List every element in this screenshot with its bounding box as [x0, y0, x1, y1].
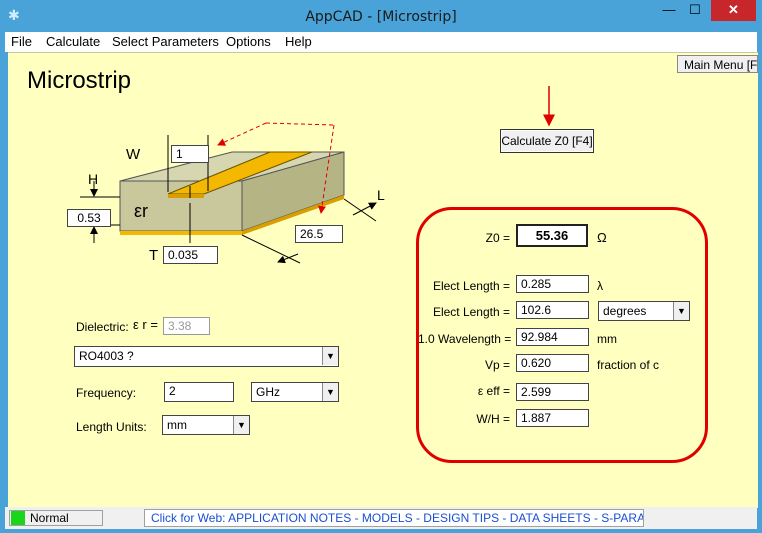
er-symbol-diagram: εr	[134, 201, 149, 221]
maximize-icon[interactable]: ☐	[682, 0, 708, 21]
lambda-unit: λ	[597, 279, 603, 293]
elect-length-lambda-value: 0.285	[516, 275, 589, 293]
length-units-label: Length Units:	[76, 420, 147, 434]
elect-length-lambda-label: Elect Length =	[432, 279, 510, 293]
chevron-down-icon[interactable]: ▼	[322, 347, 338, 365]
vp-value: 0.620	[516, 354, 589, 372]
material-value: RO4003 ?	[79, 349, 134, 363]
eeff-label: ε eff =	[477, 384, 510, 398]
er-value-field: 3.38	[163, 317, 210, 335]
eeff-value: 2.599	[516, 383, 589, 401]
frequency-unit-value: GHz	[256, 385, 280, 399]
er-symbol-label: ε r =	[133, 317, 158, 332]
l-label: L	[377, 187, 385, 203]
web-links[interactable]: Click for Web: APPLICATION NOTES - MODEL…	[144, 509, 644, 527]
menu-calculate[interactable]: Calculate	[46, 34, 100, 50]
title-bar: ✱ AppCAD - [Microstrip] — ☐ ✕	[0, 0, 762, 32]
close-icon[interactable]: ✕	[711, 0, 756, 21]
frequency-input[interactable]: 2	[164, 382, 234, 402]
vp-label: Vp =	[484, 358, 510, 372]
material-select[interactable]: RO4003 ? ▼	[74, 346, 339, 367]
frequency-unit-select[interactable]: GHz ▼	[251, 382, 339, 402]
z0-value: 55.36	[516, 224, 588, 247]
width-input[interactable]: 1	[171, 145, 209, 163]
t-label: T	[149, 247, 159, 264]
menu-select-parameters[interactable]: Select Parameters	[112, 34, 219, 50]
vp-unit: fraction of c	[597, 358, 660, 372]
frequency-label: Frequency:	[76, 386, 137, 400]
z0-unit: Ω	[597, 230, 607, 245]
length-input[interactable]: 26.5	[295, 225, 343, 243]
wavelength-value: 92.984	[516, 328, 589, 346]
status-led-icon	[11, 511, 25, 525]
menu-bar: File Calculate Select Parameters Options…	[5, 32, 757, 52]
wh-value: 1.887	[516, 409, 589, 427]
length-units-select[interactable]: mm ▼	[162, 415, 250, 435]
menu-file[interactable]: File	[11, 34, 32, 50]
degrees-unit-select[interactable]: degrees ▼	[598, 301, 690, 321]
length-units-value: mm	[167, 418, 187, 432]
calculate-z0-button[interactable]: Calculate Z0 [F4]	[500, 129, 594, 153]
elect-length-degrees-value: 102.6	[516, 301, 589, 319]
h-label: H	[88, 171, 99, 187]
dielectric-label: Dielectric:	[76, 320, 129, 334]
wavelength-unit: mm	[597, 332, 617, 346]
w-label: W	[126, 146, 141, 163]
client-area: Microstrip Main Menu [F8 W 1 H 0.53 εr T…	[8, 52, 758, 508]
menu-options[interactable]: Options	[226, 34, 271, 50]
wh-label: W/H =	[476, 412, 510, 426]
status-bar: Normal Click for Web: APPLICATION NOTES …	[5, 507, 757, 529]
chevron-down-icon[interactable]: ▼	[233, 416, 249, 434]
thickness-input[interactable]: 0.035	[163, 246, 218, 264]
window-title: AppCAD - [Microstrip]	[305, 9, 457, 25]
wavelength-label: 1.0 Wavelength =	[418, 332, 512, 346]
menu-help[interactable]: Help	[285, 34, 312, 50]
minimize-icon[interactable]: —	[656, 0, 682, 21]
elect-length-degrees-label: Elect Length =	[432, 305, 510, 319]
chevron-down-icon[interactable]: ▼	[673, 302, 689, 320]
chevron-down-icon[interactable]: ▼	[322, 383, 338, 401]
degrees-unit-value: degrees	[603, 304, 647, 318]
z0-label: Z0 =	[485, 231, 510, 245]
height-input[interactable]: 0.53	[67, 209, 111, 227]
